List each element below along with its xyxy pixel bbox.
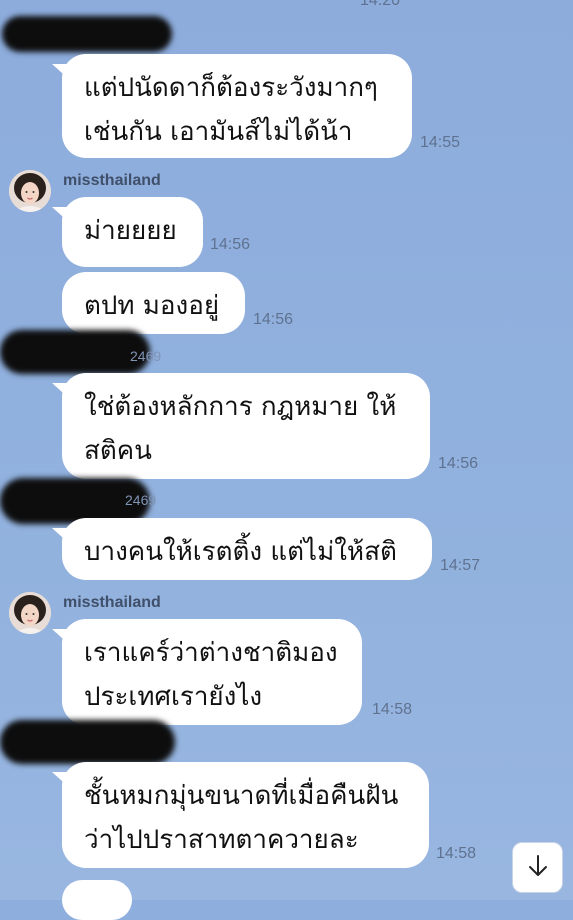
message-bubble[interactable]: ม่ายยยย (62, 197, 203, 267)
redacted-sender-fragment: 2469 (130, 348, 162, 364)
redacted-sender (0, 720, 175, 764)
message-time: 14:55 (420, 134, 461, 151)
message-bubble[interactable]: แต่ปนัดดาก็ต้องระวังมากๆ เช่นกัน เอามันส… (62, 54, 412, 158)
scroll-to-bottom-button[interactable] (512, 842, 563, 893)
chat-area[interactable]: 14:20 แต่ปนัดดาก็ต้องระวังมากๆ เช่นกัน เ… (0, 0, 573, 920)
message-time: 14:57 (440, 557, 481, 574)
message-time: 14:58 (436, 845, 477, 862)
message-time: 14:20 (360, 0, 401, 9)
sender-name: missthailand (63, 594, 161, 611)
message-bubble[interactable]: ตปท มองอยู่ (62, 272, 245, 334)
arrow-down-icon (525, 853, 551, 883)
message-time: 14:56 (438, 455, 479, 472)
redacted-sender-fragment: 2469 (125, 492, 157, 508)
message-bubble[interactable]: ชั้นหมกมุ่นขนาดที่เมื่อคืนฝัน ว่าไปปราสา… (62, 762, 429, 868)
sender-avatar[interactable] (9, 170, 51, 212)
message-time: 14:56 (253, 311, 294, 328)
message-time: 14:56 (210, 236, 251, 253)
message-bubble[interactable]: เราแคร์ว่าต่างชาติมอง ประเทศเรายังไง (62, 619, 362, 725)
message-bubble[interactable]: ใช่ต้องหลักการ กฎหมาย ให้ สติคน (62, 373, 430, 479)
sender-avatar[interactable] (9, 592, 51, 634)
redacted-sender (0, 330, 150, 374)
message-time: 14:58 (372, 701, 413, 718)
sender-name: missthailand (63, 172, 161, 189)
redacted-sender (2, 16, 172, 52)
message-bubble[interactable] (62, 880, 132, 920)
message-bubble[interactable]: บางคนให้เรตติ้ง แต่ไม่ให้สติ (62, 518, 432, 580)
